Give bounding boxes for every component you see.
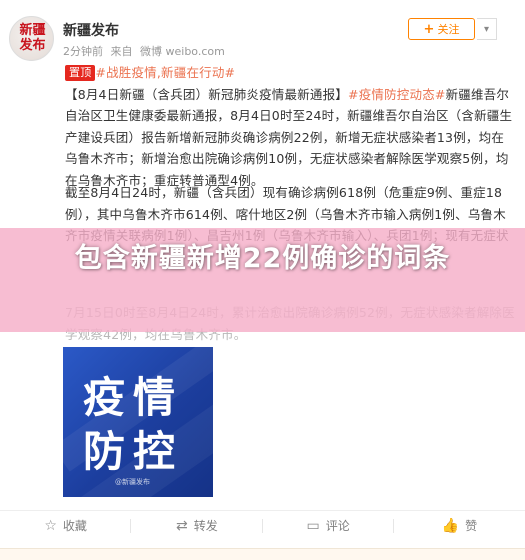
comment-icon: ▭ xyxy=(306,517,320,534)
more-options-button[interactable]: ▾ xyxy=(477,18,497,40)
comment-label: 评论 xyxy=(325,519,350,533)
repost-button[interactable]: ⇄ 转发 xyxy=(131,511,263,540)
post-time: 2分钟前 xyxy=(63,45,103,58)
avatar-logo-text: 新疆 发布 xyxy=(19,23,46,53)
image-text: 疫情 防控 xyxy=(83,371,203,479)
avatar[interactable]: 新疆 发布 xyxy=(9,16,54,61)
user-name[interactable]: 新疆发布 xyxy=(63,20,119,40)
image-text-line2: 防控 xyxy=(83,427,184,476)
repost-label: 转发 xyxy=(193,519,218,533)
like-button[interactable]: 👍 赞 xyxy=(394,511,525,540)
post-text-intro: 置顶 #战胜疫情,新疆在行动# 【8月4日新疆（含兵团）新冠肺炎疫情最新通报】#疫情… xyxy=(65,62,515,191)
bottom-strip xyxy=(0,548,525,560)
plus-icon: + xyxy=(423,21,435,37)
action-bar: ☆ 收藏 ⇄ 转发 ▭ 评论 👍 赞 xyxy=(0,510,525,540)
weibo-post: 新疆 发布 新疆发布 2分钟前 来自 微博 weibo.com + 关注 ▾ 置顶… xyxy=(0,0,525,560)
post-heading: 【8月4日新疆（含兵团）新冠肺炎疫情最新通报】 xyxy=(65,86,349,102)
post-meta: 2分钟前 来自 微博 weibo.com xyxy=(63,43,229,59)
post-image[interactable]: 疫情 防控 @新疆发布 xyxy=(63,347,213,497)
favorite-button[interactable]: ☆ 收藏 xyxy=(0,511,132,540)
favorite-label: 收藏 xyxy=(62,519,87,533)
comment-button[interactable]: ▭ 评论 xyxy=(263,511,395,540)
follow-label: 关注 xyxy=(437,23,460,36)
overlay-title: 包含新疆新增22例确诊的词条 xyxy=(74,243,451,274)
source-prefix: 来自 xyxy=(110,45,133,58)
post-source[interactable]: 微博 weibo.com xyxy=(140,45,225,58)
pinned-badge: 置顶 xyxy=(65,65,96,81)
image-text-line1: 疫情 xyxy=(83,373,184,422)
like-label: 赞 xyxy=(465,519,478,533)
thumbs-up-icon: 👍 xyxy=(441,517,460,534)
star-icon: ☆ xyxy=(44,517,57,534)
chevron-down-icon: ▾ xyxy=(483,23,490,35)
repost-icon: ⇄ xyxy=(176,517,188,534)
hashtag-link[interactable]: #战胜疫情,新疆在行动# xyxy=(95,65,235,80)
hashtag-link[interactable]: #疫情防控动态# xyxy=(348,87,446,102)
follow-button[interactable]: + 关注 xyxy=(408,18,475,40)
image-watermark: @新疆发布 xyxy=(115,478,150,486)
